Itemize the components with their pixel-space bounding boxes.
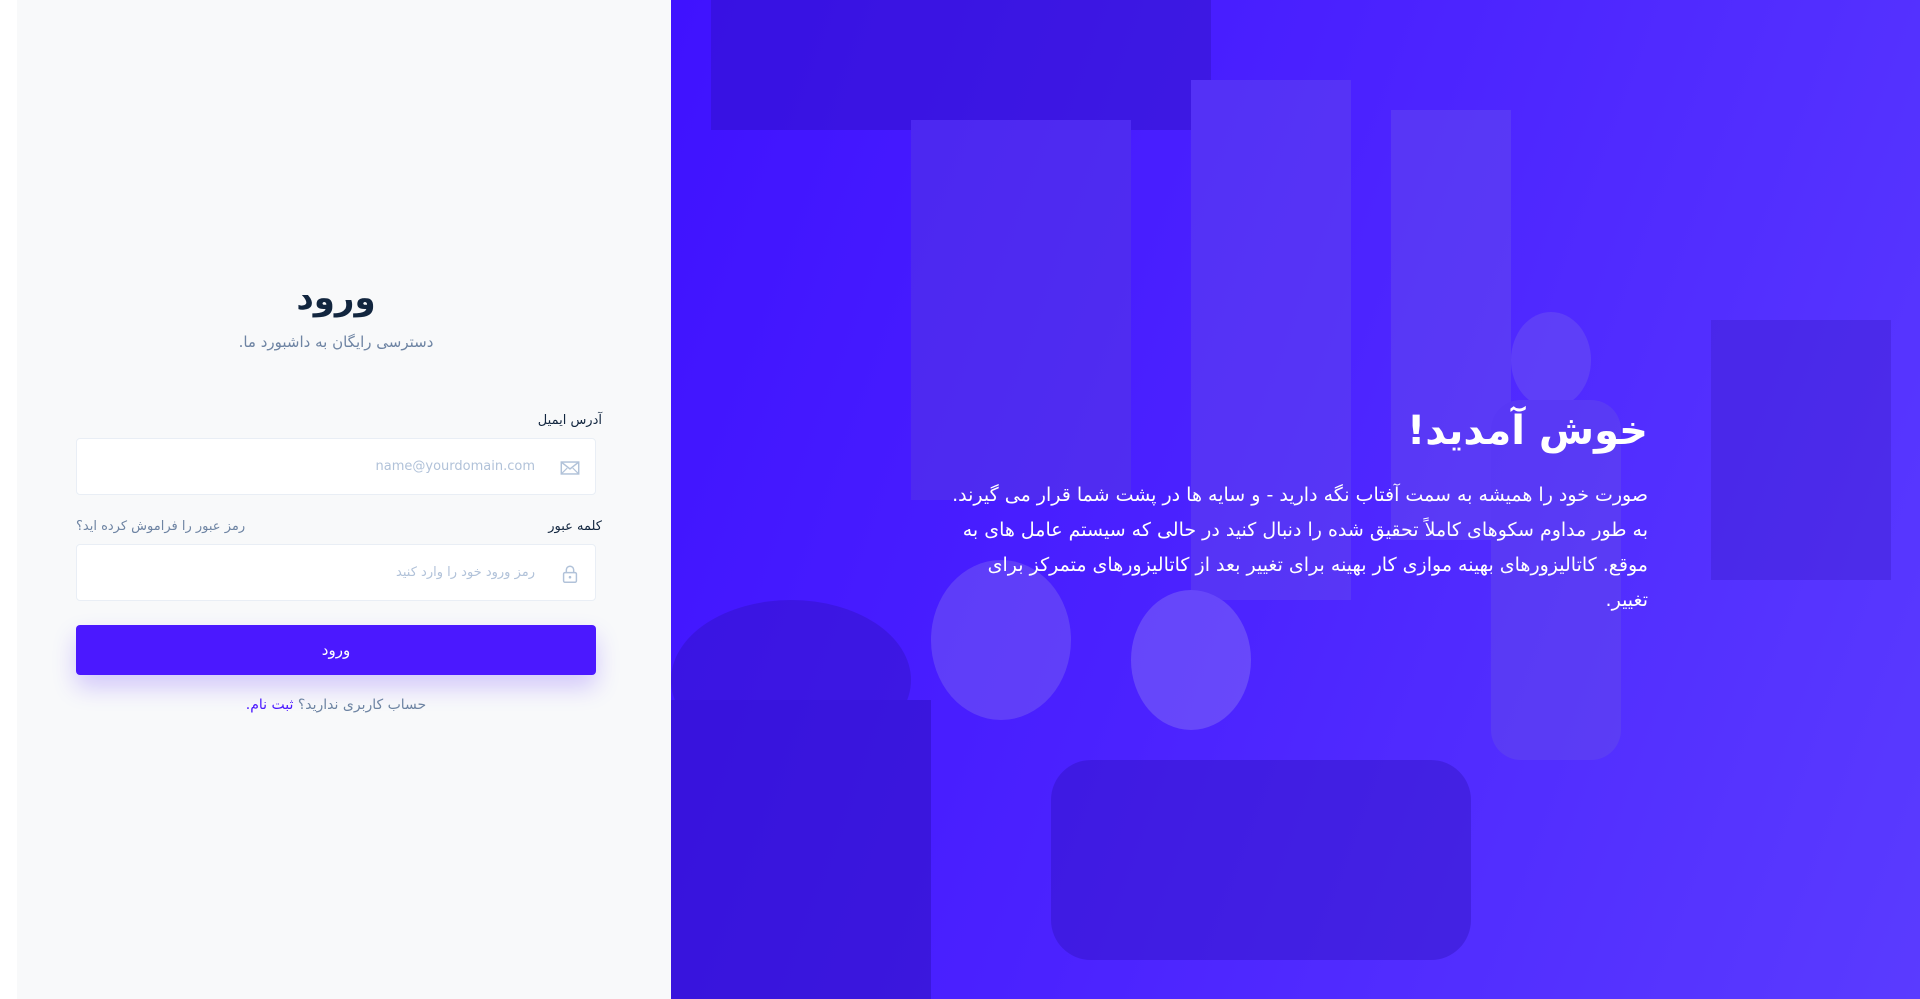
login-submit-button[interactable]: ورود — [76, 625, 596, 675]
signup-prompt: حساب کاربری ندارید؟ ثبت نام. — [17, 697, 655, 713]
login-panel: ورود دسترسی رایگان به داشبورد ما. آدرس ا… — [17, 0, 671, 999]
hero-title: خوش آمدید! — [1407, 408, 1648, 454]
password-label: کلمه عبور — [548, 519, 602, 534]
signup-link[interactable]: ثبت نام. — [246, 697, 294, 713]
login-page: ورود دسترسی رایگان به داشبورد ما. آدرس ا… — [0, 0, 1920, 999]
login-subtitle: دسترسی رایگان به داشبورد ما. — [238, 333, 434, 351]
page-edge — [0, 0, 17, 999]
hero-description: صورت خود را همیشه به سمت آفتاب نگه دارید… — [952, 484, 1648, 611]
email-input[interactable] — [77, 439, 595, 494]
email-label: آدرس ایمیل — [537, 413, 602, 428]
password-input[interactable] — [77, 545, 595, 600]
hero-panel: خوش آمدید! صورت خود را همیشه به سمت آفتا… — [671, 0, 1920, 999]
login-title: ورود — [296, 278, 376, 318]
forgot-password-link[interactable]: رمز عبور را فراموش کرده اید؟ — [76, 519, 245, 534]
envelope-icon — [560, 461, 580, 475]
password-input-wrapper — [76, 544, 596, 601]
signup-prompt-text: حساب کاربری ندارید؟ — [297, 697, 427, 713]
lock-icon — [562, 565, 578, 583]
email-input-wrapper — [76, 438, 596, 495]
